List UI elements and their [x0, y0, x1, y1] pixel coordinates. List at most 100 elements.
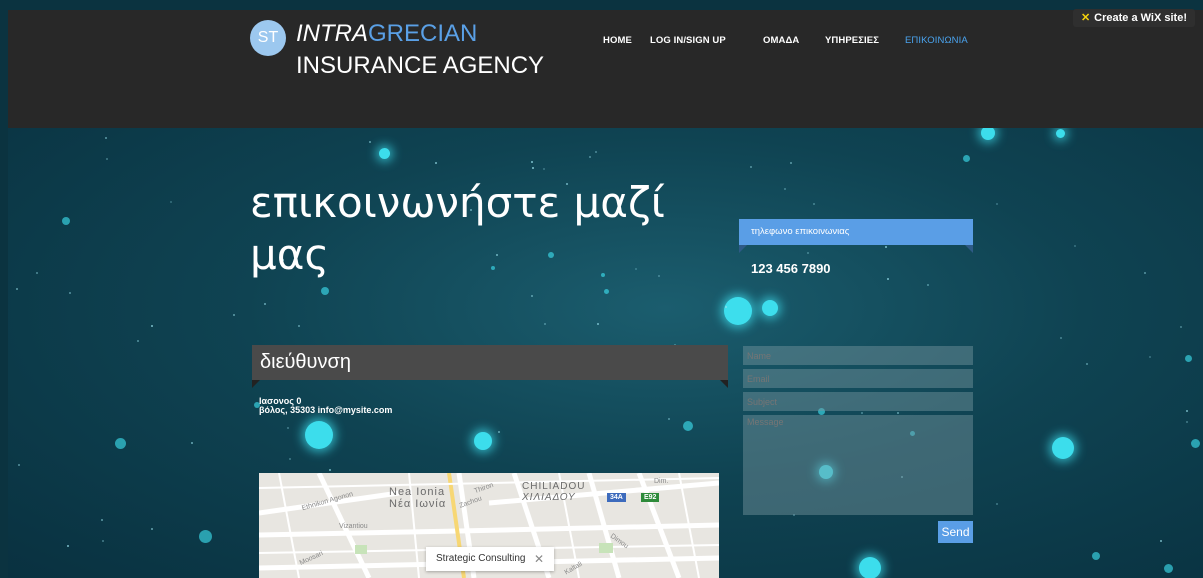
bokeh-particle — [474, 432, 492, 450]
bokeh-particle — [1163, 563, 1173, 573]
star-speck — [807, 252, 809, 254]
logo-monogram[interactable]: ST — [250, 20, 286, 56]
brand-subtitle[interactable]: INSURANCE AGENCY — [296, 52, 544, 80]
star-speck — [531, 161, 533, 163]
star-speck — [1144, 272, 1146, 274]
star-speck — [996, 203, 998, 205]
bokeh-particle — [683, 421, 693, 431]
map-area-label: Nea Ionia — [389, 486, 446, 498]
star-speck — [106, 158, 108, 160]
brand-grecian: GRECIAN — [368, 20, 478, 47]
star-speck — [151, 325, 153, 327]
star-speck — [927, 284, 929, 286]
star-speck — [996, 503, 998, 505]
star-speck — [1060, 337, 1062, 339]
map-info-popup: Strategic Consulting ✕ — [426, 547, 554, 571]
star-speck — [101, 519, 103, 521]
star-speck — [532, 167, 534, 169]
star-speck — [543, 168, 545, 170]
star-speck — [289, 458, 291, 460]
star-speck — [264, 303, 266, 305]
nav-home[interactable]: HOME — [603, 35, 632, 46]
star-speck — [233, 314, 235, 316]
ribbon-fold-left — [739, 245, 747, 253]
bokeh-particle — [198, 529, 212, 543]
star-speck — [18, 464, 20, 466]
subject-field[interactable] — [743, 392, 973, 411]
star-speck — [151, 528, 153, 530]
star-speck — [813, 203, 815, 205]
nav-contact[interactable]: ΕΠΙΚΟΙΝΩΝΙΑ — [905, 35, 968, 46]
map-district-label-greek: ΧΙΛΙΑΔΟΥ — [522, 492, 576, 503]
star-speck — [784, 188, 786, 190]
address-heading: διεύθυνση — [252, 345, 728, 380]
road-shield-e92: E92 — [641, 493, 660, 502]
message-field[interactable] — [743, 415, 973, 515]
star-speck — [498, 431, 500, 433]
bokeh-particle — [724, 297, 752, 325]
star-speck — [170, 201, 172, 203]
nav-services[interactable]: ΥΠΗΡΕΣΙΕΣ — [825, 35, 879, 46]
star-speck — [1149, 356, 1151, 358]
star-speck — [191, 442, 193, 444]
phone-number: 123 456 7890 — [751, 261, 831, 276]
map-street-label: Vizantiou — [339, 523, 368, 530]
bokeh-particle — [321, 287, 329, 295]
site-header — [8, 10, 1203, 128]
star-speck — [298, 325, 300, 327]
star-speck — [1160, 540, 1162, 542]
bokeh-particle — [62, 217, 70, 225]
star-speck — [69, 292, 71, 294]
star-speck — [435, 162, 437, 164]
ribbon-fold-right — [720, 380, 728, 388]
star-speck — [16, 288, 18, 290]
star-speck — [589, 156, 591, 158]
star-speck — [137, 340, 139, 342]
star-speck — [885, 246, 887, 248]
email-field[interactable] — [743, 369, 973, 388]
star-speck — [1186, 410, 1188, 412]
star-speck — [725, 306, 727, 308]
star-speck — [750, 166, 752, 168]
brand-title[interactable]: INTRAGRECIAN — [296, 20, 477, 48]
nav-login-signup[interactable]: LOG IN/SIGN UP — [650, 35, 726, 46]
brand-intra: INTRA — [296, 20, 368, 47]
address-text: Ιασονος 0 βόλος, 35303 info@mysite.com — [259, 397, 392, 415]
bokeh-particle — [1092, 552, 1100, 560]
create-wix-site-button[interactable]: ✕ Create a WiX site! — [1072, 9, 1195, 27]
bokeh-particle — [981, 128, 995, 140]
close-icon[interactable]: ✕ — [534, 547, 544, 571]
send-button[interactable]: Send — [938, 521, 973, 543]
location-map[interactable]: Nea Ionia Νέα Ιωνία CHILIADOU ΧΙΛΙΑΔΟΥ 3… — [259, 473, 719, 578]
nav-team[interactable]: ΟΜΑΔΑ — [763, 35, 799, 46]
star-speck — [544, 323, 546, 325]
page-title: επικοινωνήστε μαζί μας — [250, 178, 665, 279]
star-speck — [329, 469, 331, 471]
star-speck — [887, 278, 889, 280]
star-speck — [897, 412, 899, 414]
bokeh-particle — [1184, 354, 1192, 362]
star-speck — [67, 545, 69, 547]
bokeh-particle — [378, 147, 390, 159]
bokeh-particle — [305, 421, 333, 449]
star-speck — [1086, 363, 1088, 365]
phone-heading: τηλεφωνο επικοινωνιας — [739, 219, 973, 245]
ribbon-fold-left — [252, 380, 260, 388]
star-speck — [668, 418, 670, 420]
star-speck — [287, 427, 289, 429]
star-speck — [102, 540, 104, 542]
bokeh-particle — [859, 557, 881, 578]
star-speck — [595, 151, 597, 153]
bokeh-particle — [762, 300, 778, 316]
bokeh-particle — [962, 154, 970, 162]
bokeh-particle — [1055, 128, 1065, 138]
star-speck — [597, 323, 599, 325]
bokeh-particle — [1052, 437, 1074, 459]
name-field[interactable] — [743, 346, 973, 365]
star-speck — [790, 162, 792, 164]
bokeh-particle — [114, 437, 126, 449]
star-speck — [861, 412, 863, 414]
star-speck — [36, 272, 38, 274]
star-speck — [1186, 421, 1188, 423]
bokeh-particle — [1190, 438, 1200, 448]
